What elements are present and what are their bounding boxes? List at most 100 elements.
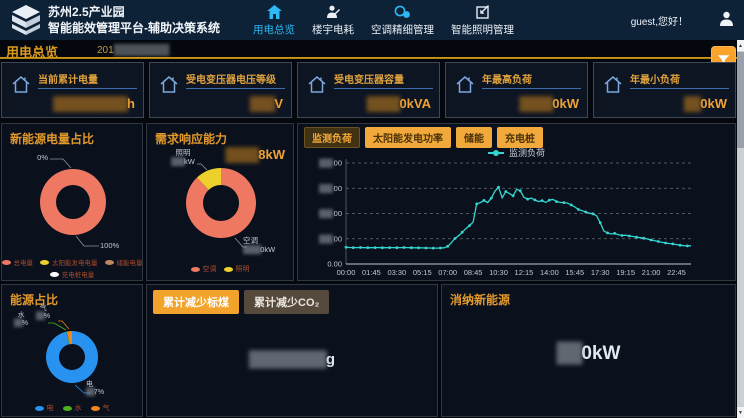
data-point bbox=[577, 208, 580, 211]
data-point bbox=[548, 199, 551, 202]
data-point bbox=[570, 204, 573, 207]
callout-suffix: 7% bbox=[94, 389, 104, 396]
top-header: 苏州2.5产业园 智能能效管理平台-辅助决策系统 用电总览 楼宇电耗 空调精 bbox=[0, 0, 744, 40]
scroll-up-arrow[interactable]: ▲ bbox=[737, 40, 744, 51]
kpi-value: █████████h bbox=[53, 96, 135, 111]
panel-title: 需求响应能力 bbox=[155, 130, 227, 147]
nav-item-power-overview[interactable]: 用电总览 bbox=[253, 3, 295, 37]
data-point bbox=[381, 246, 384, 249]
kpi-card-transformer-capacity: 受电变压器容量 ████0kVA bbox=[297, 62, 440, 118]
data-point bbox=[388, 246, 391, 249]
nav-label: 空调精细管理 bbox=[371, 22, 434, 37]
kpi-card-current-total-energy: 当前累计电量 █████████h bbox=[1, 62, 144, 118]
legend-marker bbox=[224, 267, 233, 272]
kpi-title: 受电变压器电压等级 bbox=[186, 71, 276, 86]
legend-label: 太阳能发电电量 bbox=[52, 257, 98, 267]
x-tick-label: 10:30 bbox=[489, 268, 508, 277]
tab-storage[interactable]: 储能 bbox=[456, 127, 492, 148]
data-point bbox=[446, 245, 449, 248]
data-point bbox=[584, 211, 587, 214]
y-tick-censored: ███ bbox=[319, 234, 334, 244]
house-icon bbox=[10, 74, 32, 94]
tab-solar-power[interactable]: 太阳能发电功率 bbox=[365, 127, 451, 148]
legend-item[interactable]: 水 bbox=[63, 403, 82, 413]
data-point bbox=[512, 194, 515, 197]
tab-co2-reduction[interactable]: 累计减少CO₂ bbox=[244, 290, 329, 314]
callout-zero-percent: 0% bbox=[22, 153, 48, 162]
load-series-line bbox=[346, 187, 691, 248]
legend-item[interactable]: 太阳能发电电量 bbox=[40, 257, 98, 267]
data-point bbox=[410, 246, 413, 249]
house-icon bbox=[454, 74, 476, 94]
page-subheader: 用电总览 201█████████ bbox=[0, 40, 737, 58]
user-icon[interactable] bbox=[719, 11, 734, 26]
panel-energy-mix: 能源占比 气 ██% 水 ██% 电 ██7% 电 水 气 bbox=[1, 284, 143, 417]
nav-item-lighting-management[interactable]: 智能照明管理 bbox=[451, 3, 514, 37]
legend-label: 气 bbox=[103, 403, 110, 413]
callout-label: 气 bbox=[36, 305, 50, 313]
house-icon bbox=[158, 74, 180, 94]
x-tick-label: 17:30 bbox=[591, 268, 610, 277]
user-greeting: guest,您好！ bbox=[631, 13, 688, 28]
y-tick-suffix: 00 bbox=[334, 184, 342, 193]
legend-item[interactable]: 空调 bbox=[191, 264, 217, 274]
legend-label: 充电桩电量 bbox=[62, 269, 95, 279]
renewable-value-censored: ██ bbox=[556, 343, 581, 364]
scroll-down-arrow[interactable]: ▼ bbox=[737, 407, 744, 418]
nav-item-hvac-management[interactable]: 空调精细管理 bbox=[371, 3, 434, 37]
callout-censored: ██ bbox=[36, 313, 44, 320]
nav-item-building-power[interactable]: 楼宇电耗 bbox=[312, 3, 354, 37]
load-line-chart: ███00███00███00███000.0000:0001:4503:300… bbox=[298, 153, 737, 279]
kpi-card-annual-max-load: 年最高负荷 ████0kW bbox=[445, 62, 588, 118]
kpi-card-voltage-level: 受电变压器电压等级 ███V bbox=[149, 62, 292, 118]
carbon-value-censored: ████████ bbox=[249, 351, 326, 368]
legend-item[interactable]: 照明 bbox=[224, 264, 250, 274]
legend-item[interactable]: 总电量 bbox=[2, 257, 34, 267]
accent-divider bbox=[0, 57, 737, 59]
legend-label: 空调 bbox=[203, 264, 217, 274]
legend-item[interactable]: 电 bbox=[35, 403, 54, 413]
house-icon bbox=[602, 74, 624, 94]
panel-title: 消纳新能源 bbox=[450, 291, 510, 308]
kpi-underline bbox=[186, 88, 285, 89]
kpi-value-suffix: V bbox=[274, 96, 283, 111]
x-tick-label: 15:45 bbox=[565, 268, 584, 277]
scrollbar-thumb[interactable] bbox=[737, 52, 744, 148]
legend-label: 照明 bbox=[236, 264, 250, 274]
x-tick-label: 22:45 bbox=[667, 268, 686, 277]
callout-suffix: kW bbox=[184, 157, 195, 166]
hvac-bubbles-icon bbox=[394, 3, 411, 19]
data-point bbox=[403, 246, 406, 249]
legend-marker bbox=[63, 406, 72, 411]
legend-row: 充电桩电量 bbox=[2, 269, 142, 279]
x-tick-label: 00:00 bbox=[337, 268, 356, 277]
data-point bbox=[483, 199, 486, 202]
x-tick-label: 03:30 bbox=[387, 268, 406, 277]
data-point bbox=[541, 199, 544, 202]
page-scrollbar[interactable]: ▲ ▼ bbox=[737, 40, 744, 418]
donut-slice bbox=[40, 169, 73, 235]
tab-monitor-load[interactable]: 监测负荷 bbox=[304, 127, 360, 148]
tab-charging-pile[interactable]: 充电桩 bbox=[497, 127, 543, 148]
tab-coal-reduction[interactable]: 累计减少标煤 bbox=[153, 290, 239, 314]
legend-row: 空调 照明 bbox=[147, 264, 293, 274]
data-point bbox=[352, 246, 355, 249]
data-point bbox=[635, 236, 638, 239]
app-title: 苏州2.5产业园 智能能效管理平台-辅助决策系统 bbox=[48, 4, 220, 36]
legend-marker bbox=[191, 267, 200, 272]
nav-label: 用电总览 bbox=[253, 22, 295, 37]
house-icon bbox=[306, 74, 328, 94]
panel-load-monitoring: 监测负荷 太阳能发电功率 储能 充电桩 监测负荷 ███00███00███00… bbox=[297, 123, 736, 281]
legend-item[interactable]: 充电桩电量 bbox=[50, 269, 95, 279]
legend-item[interactable]: 气 bbox=[91, 403, 110, 413]
callout-lighting: 照明 ███kW bbox=[161, 148, 205, 166]
callout-hundred-percent: 100% bbox=[100, 241, 119, 250]
kpi-underline bbox=[38, 88, 137, 89]
data-point bbox=[504, 190, 507, 193]
data-point bbox=[359, 246, 362, 249]
legend-item[interactable]: 储能电量 bbox=[105, 257, 143, 267]
data-point bbox=[671, 243, 674, 246]
renewable-value-suffix: 0kW bbox=[581, 343, 620, 364]
kpi-underline bbox=[334, 88, 433, 89]
kpi-value: ███V bbox=[250, 96, 283, 111]
